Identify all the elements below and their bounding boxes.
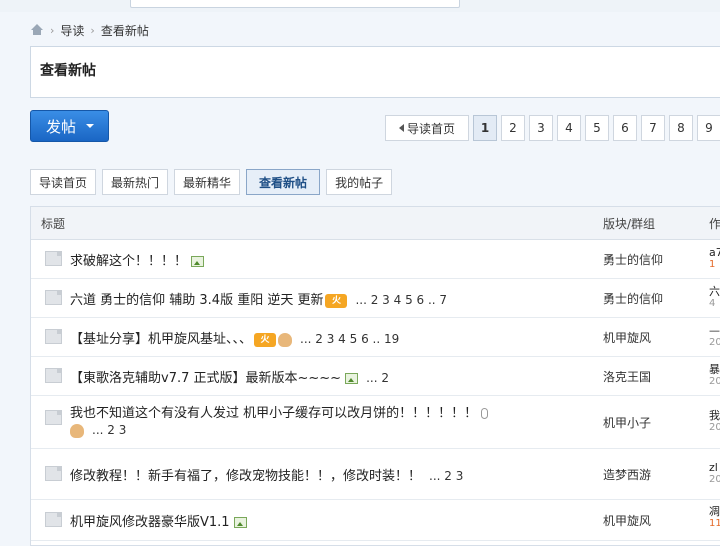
table-row: 六道 勇士的信仰 辅助 3.4版 重阳 逆天 更新火... 2 3 4 5 6 … xyxy=(31,279,720,318)
pager-page-5[interactable]: 5 xyxy=(585,115,609,141)
thread-icon xyxy=(45,466,62,481)
thread-icon xyxy=(45,512,62,527)
tab-new-posts[interactable]: 查看新帖 xyxy=(246,169,321,195)
home-icon[interactable] xyxy=(30,24,44,36)
thread-author[interactable]: a7 1 xyxy=(709,247,720,271)
thread-author[interactable]: zl 20 xyxy=(709,462,720,486)
chevron-right-icon: › xyxy=(90,23,95,37)
thread-forum[interactable]: 勇士的信仰 xyxy=(603,290,663,307)
thread-title[interactable]: 我也不知道这个有没有人发过 机甲小子缓存可以改月饼的！！！！！！ xyxy=(70,402,489,421)
pager-page-7[interactable]: 7 xyxy=(641,115,665,141)
image-icon xyxy=(233,517,247,528)
tab-latest-digest[interactable]: 最新精华 xyxy=(174,169,241,195)
thread-icon xyxy=(45,410,62,425)
thread-title[interactable]: 修改教程！！新手有福了，修改宠物技能！！，修改时装！！... 2 3 xyxy=(70,465,463,484)
thread-forum[interactable]: 机甲旋风 xyxy=(603,329,651,346)
breadcrumb-item-current: 查看新帖 xyxy=(100,23,149,38)
tab-guide-home[interactable]: 导读首页 xyxy=(30,169,97,195)
image-icon xyxy=(345,373,359,384)
thread-author[interactable]: 凋 11 xyxy=(709,506,720,530)
thread-forum[interactable]: 勇士的信仰 xyxy=(603,251,663,268)
thread-icon xyxy=(45,368,62,383)
pager-first-label: 导读首页 xyxy=(406,121,455,136)
breadcrumb-item-guide[interactable]: 导读 xyxy=(60,22,84,39)
hot-icon: 火 xyxy=(254,332,277,347)
thread-author[interactable]: 我 20 xyxy=(709,410,720,434)
caret-down-icon xyxy=(86,124,95,128)
thread-icon xyxy=(45,329,62,344)
thread-pages[interactable]: ... 2 3 4 5 6 .. 7 xyxy=(355,293,447,307)
thread-author[interactable]: —20 xyxy=(709,325,720,349)
table-row: 【東歌洛克辅助v7.7 正式版】最新版本~~~~... 2 洛克王国 暴 20 xyxy=(31,357,720,396)
thread-pages[interactable]: ... 2 3 4 5 6 .. 19 xyxy=(300,332,399,346)
tab-latest-hot[interactable]: 最新热门 xyxy=(102,169,169,195)
header-forum: 版块/群组 xyxy=(603,217,656,231)
thread-author[interactable]: 暴 20 xyxy=(709,364,720,388)
pager: 导读首页 1 2 3 4 5 6 7 8 9 xyxy=(385,115,720,141)
thread-table: 标题 版块/群组 作 求破解这个！！！！ 勇士的信仰 a7 1 六道 勇士的信仰 … xyxy=(30,206,720,546)
hot-icon: 火 xyxy=(325,293,348,308)
thread-title-extra: ... 2 3 xyxy=(70,423,126,438)
table-row: 我也不知道这个有没有人发过 机甲小子缓存可以改月饼的！！！！！！ ... 2 3… xyxy=(31,396,720,449)
thread-author[interactable]: 六4 xyxy=(709,286,720,310)
thread-title[interactable]: 【東歌洛克辅助v7.7 正式版】最新版本~~~~... 2 xyxy=(70,367,389,386)
thread-pages[interactable]: ... 2 xyxy=(366,371,389,385)
thread-title[interactable]: 求破解这个！！！！ xyxy=(70,250,205,269)
table-header: 标题 版块/群组 作 xyxy=(31,207,720,240)
pager-page-6[interactable]: 6 xyxy=(613,115,637,141)
post-button-label: 发帖 xyxy=(46,117,77,136)
table-row: 机甲旋风修改器豪华版V1.1 机甲旋风 凋 11 xyxy=(31,500,720,541)
thumbs-up-icon xyxy=(278,332,293,347)
thread-title[interactable]: 机甲旋风修改器豪华版V1.1 xyxy=(70,511,247,530)
pager-first-button[interactable]: 导读首页 xyxy=(385,115,469,141)
breadcrumb: › 导读 › 查看新帖 xyxy=(30,20,149,40)
search-input[interactable] xyxy=(130,0,460,8)
post-button[interactable]: 发帖 xyxy=(30,110,109,142)
table-row: 求破解这个！！！！ 勇士的信仰 a7 1 xyxy=(31,240,720,279)
thread-forum[interactable]: 洛克王国 xyxy=(603,368,651,385)
title-box: 查看新帖 xyxy=(30,46,720,98)
table-row: 【基址分享】机甲旋风基址、、、火... 2 3 4 5 6 .. 19 机甲旋风… xyxy=(31,318,720,357)
pager-page-2[interactable]: 2 xyxy=(501,115,525,141)
header-author: 作 xyxy=(709,217,720,231)
chevron-right-icon: › xyxy=(50,23,55,37)
table-row: 修改教程！！新手有福了，修改宠物技能！！，修改时装！！... 2 3 造梦西游 … xyxy=(31,449,720,500)
attachment-icon xyxy=(481,408,489,419)
pager-page-9[interactable]: 9 xyxy=(697,115,720,141)
thread-title[interactable]: 【基址分享】机甲旋风基址、、、火... 2 3 4 5 6 .. 19 xyxy=(70,328,399,347)
page-title: 查看新帖 xyxy=(40,63,96,79)
thread-icon xyxy=(45,251,62,266)
top-bar xyxy=(0,0,720,12)
tab-bar: 导读首页 最新热门 最新精华 查看新帖 我的帖子 xyxy=(30,169,393,195)
pager-page-4[interactable]: 4 xyxy=(557,115,581,141)
pager-page-3[interactable]: 3 xyxy=(529,115,553,141)
image-icon xyxy=(191,256,205,267)
header-title: 标题 xyxy=(41,217,66,231)
triangle-left-icon xyxy=(398,124,404,132)
thread-icon xyxy=(45,290,62,305)
thread-forum[interactable]: 机甲旋风 xyxy=(603,512,651,529)
thread-title[interactable]: 六道 勇士的信仰 辅助 3.4版 重阳 逆天 更新火... 2 3 4 5 6 … xyxy=(70,289,447,308)
thread-pages[interactable]: ... 2 3 xyxy=(429,469,463,483)
pager-page-1[interactable]: 1 xyxy=(473,115,497,141)
thumbs-down-icon xyxy=(70,423,84,438)
thread-forum[interactable]: 造梦西游 xyxy=(603,466,651,483)
thread-pages[interactable]: ... 2 3 xyxy=(92,423,126,437)
tab-my-posts[interactable]: 我的帖子 xyxy=(326,169,393,195)
thread-forum[interactable]: 机甲小子 xyxy=(603,414,651,431)
pager-page-8[interactable]: 8 xyxy=(669,115,693,141)
